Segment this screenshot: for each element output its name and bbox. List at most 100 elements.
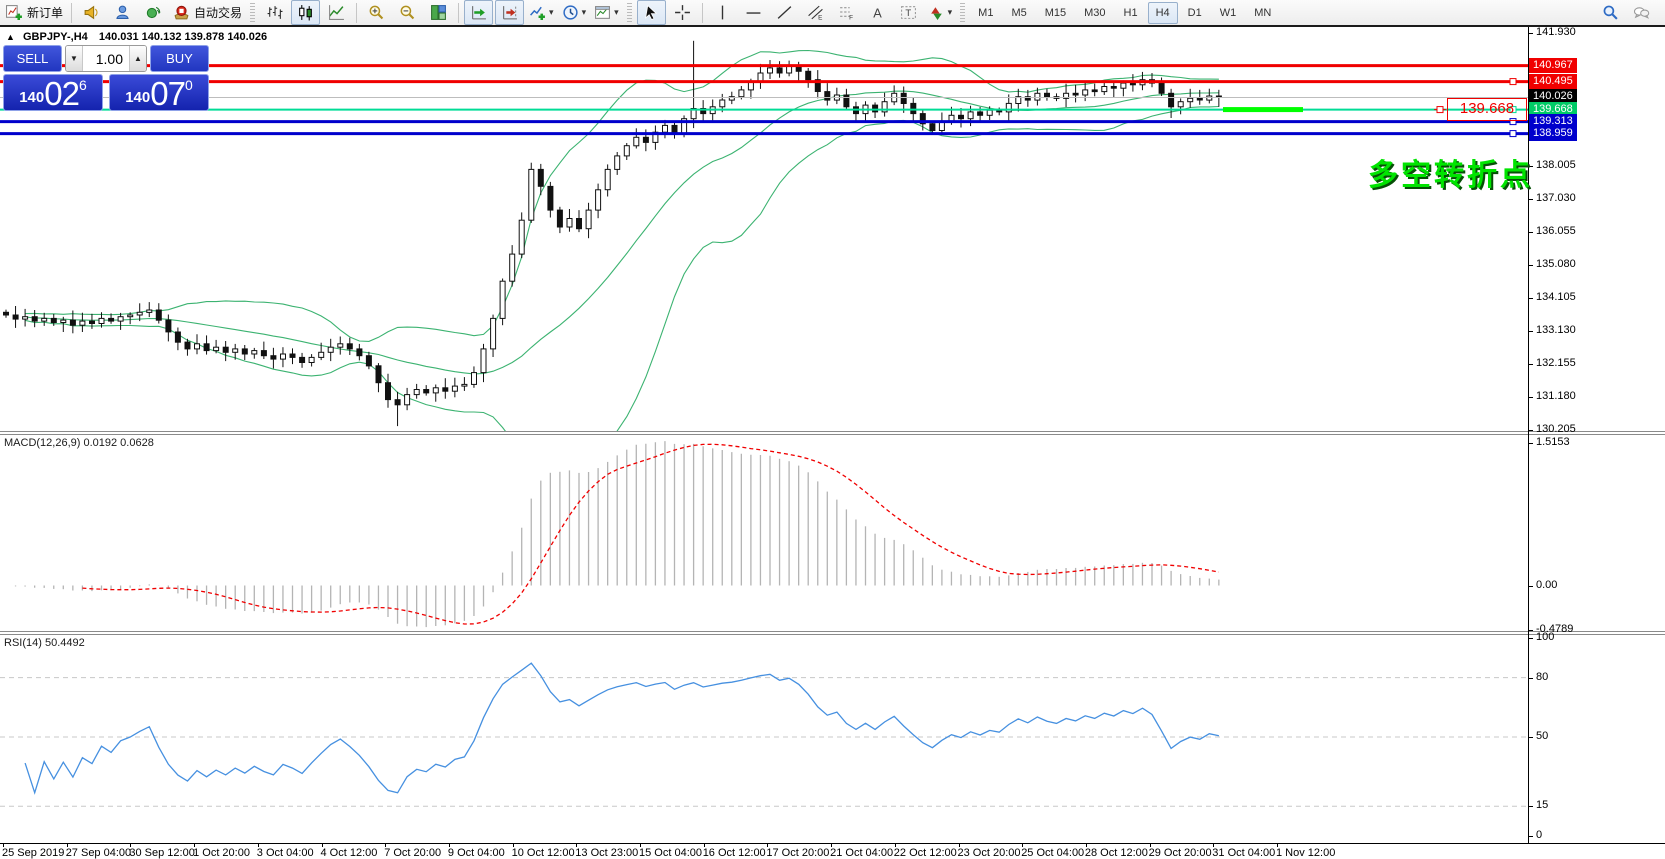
axis-tick [1528,737,1533,738]
textA-icon: A [869,4,886,21]
volume-decrease-button[interactable]: ▼ [66,46,83,71]
price-line-tag: 138.959 [1529,126,1577,141]
auto-scroll-button[interactable] [464,0,493,25]
vertical-line-button[interactable] [708,0,737,25]
buy-price-prefix: 140 [125,89,150,106]
sound-alerts-button[interactable] [77,0,106,25]
buy-price-button[interactable]: 140 07 0 [109,74,209,111]
dropdown-caret-icon[interactable]: ▾ [614,7,619,18]
dropdown-caret-icon[interactable]: ▾ [549,7,554,18]
hline-icon [745,4,762,21]
expert-advisors-button[interactable] [108,0,137,25]
crosshair-icon [674,4,691,21]
auto-trading-button-label: 自动交易 [194,4,242,21]
price-axis-tick-label: 141.930 [1536,26,1576,38]
time-axis-label: 13 Oct 23:00 [575,847,638,859]
rsi-axis-tick-label: 15 [1536,799,1548,811]
indicators-button[interactable]: ▾ [526,0,557,25]
chart-shift-button[interactable] [495,0,524,25]
price-axis-tick-label: 133.130 [1536,324,1576,336]
auto-trading-button[interactable]: 自动交易 [170,0,245,25]
timeframe-m1-button[interactable]: M1 [970,2,1001,24]
zoomout-icon [399,4,416,21]
timeframe-mn-button[interactable]: MN [1246,2,1279,24]
price-axis-tick-label: 132.155 [1536,357,1576,369]
rsi-axis-tick-label: 100 [1536,631,1554,643]
cursor-button[interactable] [637,0,666,25]
price-axis[interactable]: 141.930138.005137.030136.055135.080134.1… [1528,27,1665,843]
price-axis-tick-label: 136.055 [1536,225,1576,237]
toolbar-separator [702,3,703,23]
macd-axis-tick-label: 1.5153 [1536,436,1570,448]
ea-icon [114,4,131,21]
zoom-in-button[interactable] [362,0,391,25]
volume-increase-button[interactable]: ▲ [129,46,146,71]
timeframe-m30-button[interactable]: M30 [1076,2,1113,24]
fibonacci-button[interactable]: F [832,0,861,25]
signal-icon [145,4,162,21]
main-chart-canvas[interactable] [0,27,1529,431]
templates-button[interactable]: ▾ [591,0,622,25]
one-click-trading-panel: SELL ▼ ▲ BUY 140 02 6 140 07 0 [3,45,209,111]
chat-button[interactable] [1627,0,1656,25]
time-axis-label: 22 Oct 12:00 [894,847,957,859]
collapse-panel-caret[interactable]: ▲ [6,32,15,42]
search-button[interactable] [1596,0,1625,25]
arrows-button[interactable]: ▾ [925,0,956,25]
sell-button[interactable]: SELL [3,45,62,72]
axis-tick [1528,199,1533,200]
cursor-icon [643,4,660,21]
crosshair-button[interactable] [668,0,697,25]
text-label-button[interactable]: T [894,0,923,25]
time-axis[interactable]: 25 Sep 201927 Sep 04:0030 Sep 12:001 Oct… [0,843,1665,859]
zoom-out-button[interactable] [393,0,422,25]
time-axis-label: 31 Oct 04:00 [1212,847,1275,859]
volume-input[interactable] [83,46,129,71]
timeframe-h4-button[interactable]: H4 [1148,2,1178,24]
equidistant-channel-button[interactable]: E [801,0,830,25]
chart-title: ▲ GBPJPY-,H4 140.031 140.132 139.878 140… [6,31,267,43]
time-axis-label: 4 Oct 12:00 [321,847,378,859]
rsi-axis-tick-label: 80 [1536,671,1548,683]
barchart-icon [266,4,283,21]
bar-chart-button[interactable] [260,0,289,25]
buy-button[interactable]: BUY [150,45,209,72]
timeframe-m15-button[interactable]: M15 [1037,2,1074,24]
timeframe-m5-button[interactable]: M5 [1003,2,1034,24]
tile-windows-button[interactable] [424,0,453,25]
sell-price-button[interactable]: 140 02 6 [3,74,103,111]
line-chart-button[interactable] [322,0,351,25]
new-order-button-label: 新订单 [27,4,63,21]
toolbar-drag-handle [960,3,965,23]
dropdown-caret-icon[interactable]: ▾ [582,7,587,18]
time-axis-label: 23 Oct 20:00 [958,847,1021,859]
periods-button[interactable]: ▾ [559,0,590,25]
timeframe-w1-button[interactable]: W1 [1212,2,1245,24]
time-axis-label: 7 Oct 20:00 [384,847,441,859]
price-label-object[interactable]: 139.668 [1447,98,1527,121]
axis-tick [1528,638,1533,639]
zoomin-icon [368,4,385,21]
chart-annotation-text[interactable]: 多空转折点 [1368,150,1533,194]
rsi-chart-canvas[interactable] [0,635,1529,843]
text-button[interactable]: A [863,0,892,25]
axis-tick [1528,806,1533,807]
market-signals-button[interactable] [139,0,168,25]
toolbar-separator [356,3,357,23]
timeframe-d1-button[interactable]: D1 [1180,2,1210,24]
new-order-button[interactable]: 新订单 [3,0,66,25]
sell-price-big: 02 [44,79,79,109]
dropdown-caret-icon[interactable]: ▾ [948,7,953,18]
tline-icon [776,4,793,21]
axis-tick [1528,397,1533,398]
trendline-button[interactable] [770,0,799,25]
time-axis-label: 30 Sep 12:00 [129,847,194,859]
candlestick-chart-button[interactable] [291,0,320,25]
rsi-indicator-label: RSI(14) 50.4492 [4,637,85,649]
rsi-axis-tick-label: 0 [1536,829,1542,841]
price-line-tag: 140.495 [1529,74,1577,89]
macd-chart-canvas[interactable] [0,435,1529,631]
price-axis-tick-label: 130.205 [1536,423,1576,435]
timeframe-h1-button[interactable]: H1 [1116,2,1146,24]
horizontal-line-button[interactable] [739,0,768,25]
